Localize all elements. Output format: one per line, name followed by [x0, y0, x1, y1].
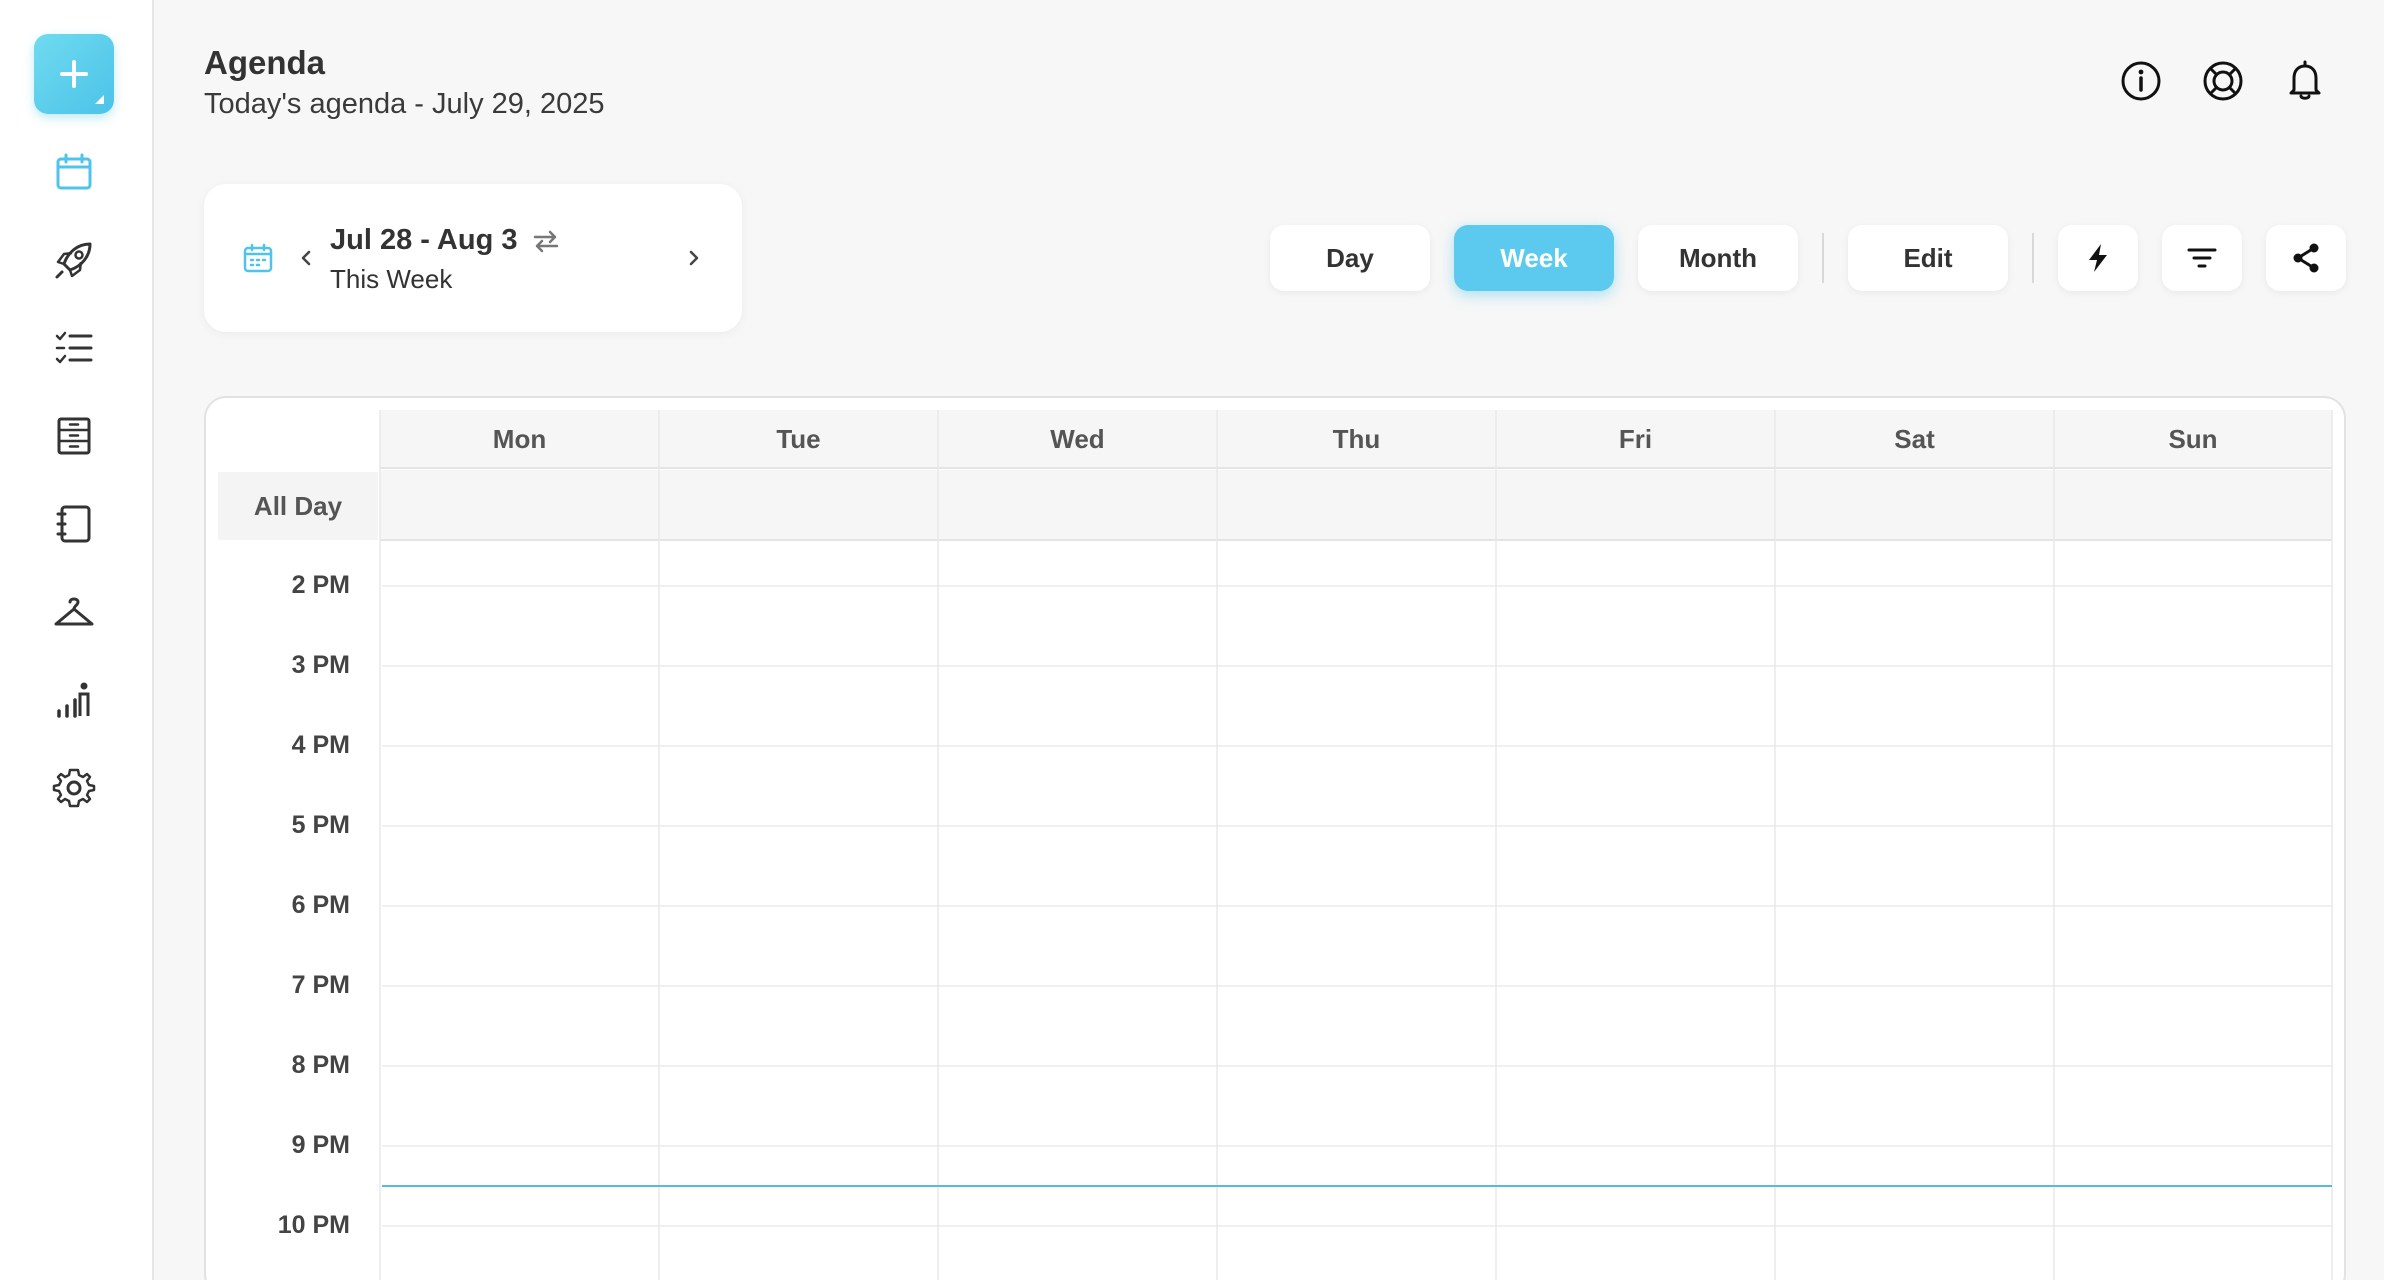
sidebar-item-progress[interactable]: [44, 670, 104, 730]
toolbar-divider: [2032, 233, 2034, 283]
hour-label: 7 PM: [291, 971, 350, 999]
day-header-sun[interactable]: Sun: [2054, 410, 2332, 468]
swap-icon: [534, 230, 559, 252]
sidebar: [0, 0, 154, 1280]
hour-label: 5 PM: [291, 811, 350, 839]
week-calendar: Mon Tue Wed Thu Fri Sat Sun All Day 2 PM…: [204, 396, 2346, 1280]
calendar-icon: [243, 243, 273, 273]
date-range-subtitle: This Week: [330, 264, 453, 294]
next-week-button[interactable]: [676, 240, 712, 276]
hour-label: 10 PM: [277, 1211, 350, 1239]
checklist-icon: [55, 331, 93, 364]
day-header-sat[interactable]: Sat: [1775, 410, 2054, 468]
sidebar-item-tasks[interactable]: [44, 318, 104, 378]
day-header-mon[interactable]: Mon: [380, 410, 659, 468]
sidebar-item-storage[interactable]: [44, 406, 104, 466]
gear-icon: [52, 768, 96, 808]
info-icon: [2121, 61, 2161, 101]
hour-label: 9 PM: [291, 1131, 350, 1159]
plus-icon: [60, 60, 88, 88]
calendar-icon: [56, 153, 92, 190]
cabinet-icon: [57, 417, 91, 455]
notifications-button[interactable]: [2282, 58, 2328, 104]
chevron-left-icon: [301, 250, 311, 266]
day-header-wed[interactable]: Wed: [938, 410, 1217, 468]
help-button[interactable]: [2200, 58, 2246, 104]
view-day-button[interactable]: Day: [1270, 225, 1430, 291]
lifebuoy-icon: [2203, 61, 2243, 101]
hanger-icon: [54, 597, 94, 626]
notebook-icon: [56, 505, 91, 543]
day-header-thu[interactable]: Thu: [1217, 410, 1496, 468]
share-button[interactable]: [2266, 225, 2346, 291]
sidebar-item-wardrobe[interactable]: [44, 582, 104, 642]
growth-chart-icon: [57, 682, 90, 718]
quick-action-button[interactable]: [2058, 225, 2138, 291]
hour-label: 4 PM: [291, 731, 350, 759]
top-icons: [2118, 58, 2328, 104]
view-month-button[interactable]: Month: [1638, 225, 1798, 291]
add-button[interactable]: [34, 34, 114, 114]
sidebar-item-notebook[interactable]: [44, 494, 104, 554]
date-range-title[interactable]: Jul 28 - Aug 3: [330, 224, 561, 257]
calendar-grid: [379, 410, 2333, 1280]
bell-icon: [2289, 60, 2321, 100]
toolbar-divider: [1822, 233, 1824, 283]
sidebar-item-calendar[interactable]: [44, 142, 104, 202]
page-subtitle: Today's agenda - July 29, 2025: [204, 88, 605, 120]
hour-label: 8 PM: [291, 1051, 350, 1079]
view-week-button[interactable]: Week: [1454, 225, 1614, 291]
day-header-tue[interactable]: Tue: [659, 410, 938, 468]
page-title: Agenda: [204, 44, 326, 81]
chevron-right-icon: [689, 250, 699, 266]
hour-label: 3 PM: [291, 651, 350, 679]
sidebar-item-settings[interactable]: [44, 758, 104, 818]
info-button[interactable]: [2118, 58, 2164, 104]
rocket-icon: [55, 242, 92, 279]
filter-icon: [2187, 248, 2217, 268]
lightning-icon: [2089, 244, 2107, 272]
day-header-fri[interactable]: Fri: [1496, 410, 1775, 468]
hour-label: 6 PM: [291, 891, 350, 919]
date-range-label: Jul 28 - Aug 3: [330, 224, 518, 256]
share-icon: [2293, 243, 2319, 273]
sidebar-item-launch[interactable]: [44, 230, 104, 290]
filter-button[interactable]: [2162, 225, 2242, 291]
all-day-label: All Day: [218, 472, 378, 540]
corner-marker: [95, 95, 104, 104]
previous-week-button[interactable]: [288, 240, 324, 276]
edit-button[interactable]: Edit: [1848, 225, 2008, 291]
date-range-card: Jul 28 - Aug 3 This Week: [204, 184, 742, 332]
hour-label: 2 PM: [291, 571, 350, 599]
